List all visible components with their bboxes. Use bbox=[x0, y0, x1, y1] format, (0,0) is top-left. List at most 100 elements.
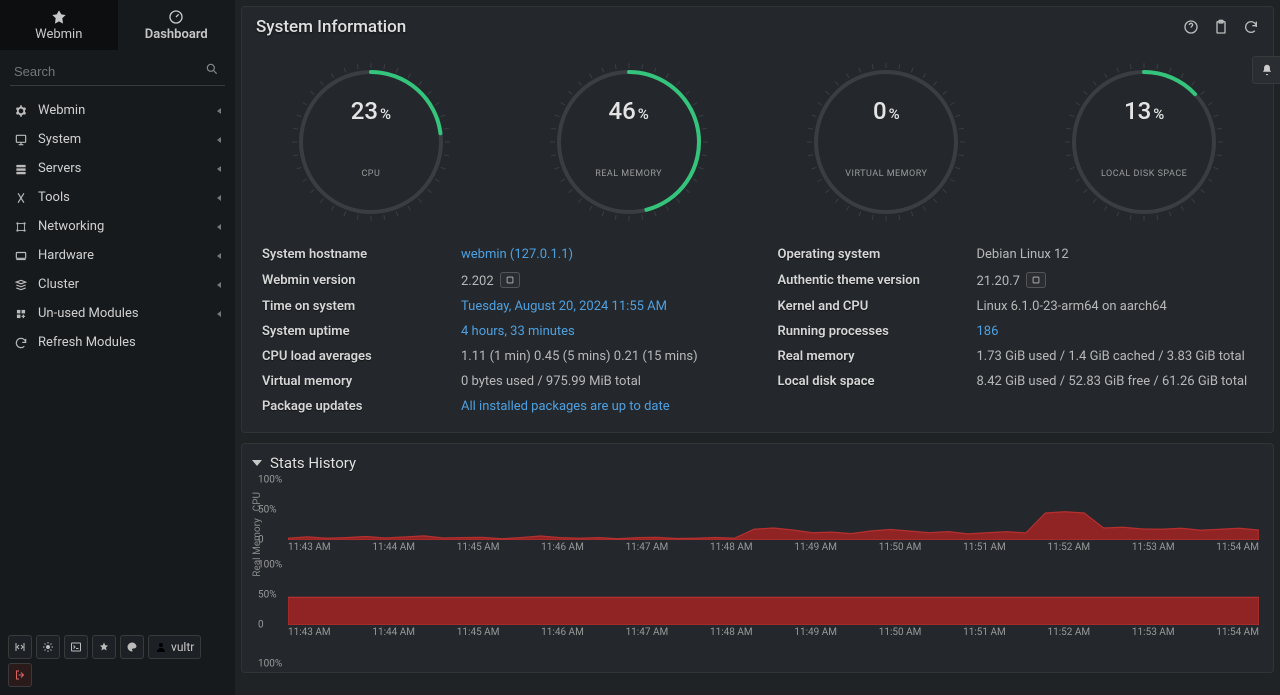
x-tick: 11:53 AM bbox=[1132, 627, 1175, 638]
info-row: Time on system Tuesday, August 20, 2024 … bbox=[262, 299, 738, 314]
nav-icon bbox=[14, 162, 28, 176]
x-tick: 11:44 AM bbox=[372, 627, 415, 638]
info-action-icon[interactable] bbox=[500, 272, 520, 288]
sidebar-item-webmin[interactable]: Webmin bbox=[0, 96, 235, 125]
clipboard-icon[interactable] bbox=[1213, 19, 1229, 35]
info-row: Local disk space 8.42 GiB used / 52.83 G… bbox=[778, 374, 1254, 389]
chevron-left-icon bbox=[217, 108, 221, 114]
notifications-button[interactable] bbox=[1252, 56, 1280, 84]
gauge-label: REAL MEMORY bbox=[529, 169, 729, 179]
info-value: Debian Linux 12 bbox=[977, 247, 1069, 262]
x-tick: 11:54 AM bbox=[1216, 627, 1259, 638]
tab-webmin[interactable]: Webmin bbox=[0, 0, 118, 50]
sidebar-item-un-used-modules[interactable]: Un-used Modules bbox=[0, 299, 235, 328]
sidebar-item-networking[interactable]: Networking bbox=[0, 212, 235, 241]
gauge-label: VIRTUAL MEMORY bbox=[786, 169, 986, 179]
info-value[interactable]: All installed packages are up to date bbox=[461, 399, 670, 414]
x-tick: 11:46 AM bbox=[541, 542, 584, 553]
info-row: Virtual memory 0 bytes used / 975.99 MiB… bbox=[262, 374, 738, 389]
nav-icon bbox=[14, 104, 28, 118]
palette-icon[interactable] bbox=[120, 635, 144, 659]
x-tick: 11:45 AM bbox=[457, 627, 500, 638]
x-tick: 11:49 AM bbox=[794, 542, 837, 553]
gauge-value: 13% bbox=[1044, 97, 1244, 125]
sidebar-item-refresh-modules[interactable]: Refresh Modules bbox=[0, 328, 235, 357]
user-icon bbox=[155, 641, 167, 653]
nav-icon bbox=[14, 249, 28, 263]
sidebar: Webmin Dashboard Webmin System Servers T… bbox=[0, 0, 235, 695]
chevron-left-icon bbox=[217, 137, 221, 143]
chart-area bbox=[288, 565, 1259, 625]
x-tick: 11:54 AM bbox=[1216, 542, 1259, 553]
gauge-vmem[interactable]: 0% VIRTUAL MEMORY bbox=[786, 57, 986, 227]
chevron-left-icon bbox=[217, 166, 221, 172]
nav-menu: Webmin System Servers Tools Networking H… bbox=[0, 96, 235, 627]
info-value[interactable]: 4 hours, 33 minutes bbox=[461, 324, 575, 339]
sidebar-item-servers[interactable]: Servers bbox=[0, 154, 235, 183]
sidebar-item-system[interactable]: System bbox=[0, 125, 235, 154]
info-label: System uptime bbox=[262, 324, 447, 339]
info-value[interactable]: webmin (127.0.1.1) bbox=[461, 247, 573, 262]
info-value: 1.73 GiB used / 1.4 GiB cached / 3.83 Gi… bbox=[977, 349, 1245, 364]
gauge-disk[interactable]: 13% LOCAL DISK SPACE bbox=[1044, 57, 1244, 227]
info-label: Authentic theme version bbox=[778, 273, 963, 288]
info-label: Real memory bbox=[778, 349, 963, 364]
stats-history-title: Stats History bbox=[270, 454, 356, 472]
info-row: CPU load averages 1.11 (1 min) 0.45 (5 m… bbox=[262, 349, 738, 364]
bell-icon bbox=[1260, 63, 1274, 77]
info-label: Operating system bbox=[778, 247, 963, 262]
chevron-left-icon bbox=[217, 224, 221, 230]
x-tick: 11:43 AM bbox=[288, 542, 331, 553]
chart-area bbox=[288, 480, 1259, 540]
system-info-panel: System Information 23% CPU 46% REAL MEMO… bbox=[241, 6, 1274, 433]
nav-label: Cluster bbox=[38, 277, 79, 292]
star-icon[interactable] bbox=[92, 635, 116, 659]
info-row: System hostname webmin (127.0.1.1) bbox=[262, 247, 738, 262]
user-name: vultr bbox=[171, 640, 194, 654]
terminal-icon[interactable] bbox=[64, 635, 88, 659]
nav-label: Webmin bbox=[38, 103, 85, 118]
tab-dashboard[interactable]: Dashboard bbox=[118, 0, 236, 50]
x-tick: 11:46 AM bbox=[541, 627, 584, 638]
info-value[interactable]: 186 bbox=[977, 324, 999, 339]
info-row: Webmin version 2.202 bbox=[262, 272, 738, 289]
user-badge[interactable]: vultr bbox=[148, 635, 201, 659]
stats-history-toggle[interactable]: Stats History bbox=[242, 444, 1273, 478]
info-label: Time on system bbox=[262, 299, 447, 314]
stats-chart-partial: 100% bbox=[242, 648, 1273, 672]
sidebar-item-tools[interactable]: Tools bbox=[0, 183, 235, 212]
info-label: Running processes bbox=[778, 324, 963, 339]
sidebar-search bbox=[10, 58, 225, 86]
nav-icon bbox=[14, 220, 28, 234]
info-action-icon[interactable] bbox=[1026, 272, 1046, 288]
info-label: System hostname bbox=[262, 247, 447, 262]
logout-icon[interactable] bbox=[8, 663, 32, 687]
info-row: Package updates All installed packages a… bbox=[262, 399, 738, 414]
info-row: Running processes 186 bbox=[778, 324, 1254, 339]
stats-chart-real-memory: Real Memory 100%50%0 11:43 AM11:44 AM11:… bbox=[242, 563, 1273, 648]
dashboard-icon bbox=[168, 9, 184, 25]
x-tick: 11:51 AM bbox=[963, 627, 1006, 638]
collapse-icon[interactable] bbox=[8, 635, 32, 659]
help-icon[interactable] bbox=[1183, 19, 1199, 35]
tab-dashboard-label: Dashboard bbox=[145, 27, 208, 42]
x-tick: 11:52 AM bbox=[1048, 542, 1091, 553]
nav-label: Networking bbox=[38, 219, 104, 234]
webmin-icon bbox=[51, 9, 67, 25]
gauge-value: 0% bbox=[786, 97, 986, 125]
info-value[interactable]: Tuesday, August 20, 2024 11:55 AM bbox=[461, 299, 667, 314]
theme-icon[interactable] bbox=[36, 635, 60, 659]
sidebar-item-cluster[interactable]: Cluster bbox=[0, 270, 235, 299]
sidebar-item-hardware[interactable]: Hardware bbox=[0, 241, 235, 270]
refresh-icon[interactable] bbox=[1243, 19, 1259, 35]
x-tick: 11:50 AM bbox=[879, 627, 922, 638]
x-tick: 11:47 AM bbox=[626, 542, 669, 553]
search-input[interactable] bbox=[10, 58, 225, 86]
search-icon[interactable] bbox=[205, 62, 219, 76]
nav-label: Refresh Modules bbox=[38, 335, 136, 350]
info-label: Local disk space bbox=[778, 374, 963, 389]
chevron-left-icon bbox=[217, 195, 221, 201]
x-tick: 11:48 AM bbox=[710, 542, 753, 553]
gauge-mem[interactable]: 46% REAL MEMORY bbox=[529, 57, 729, 227]
gauge-cpu[interactable]: 23% CPU bbox=[271, 57, 471, 227]
